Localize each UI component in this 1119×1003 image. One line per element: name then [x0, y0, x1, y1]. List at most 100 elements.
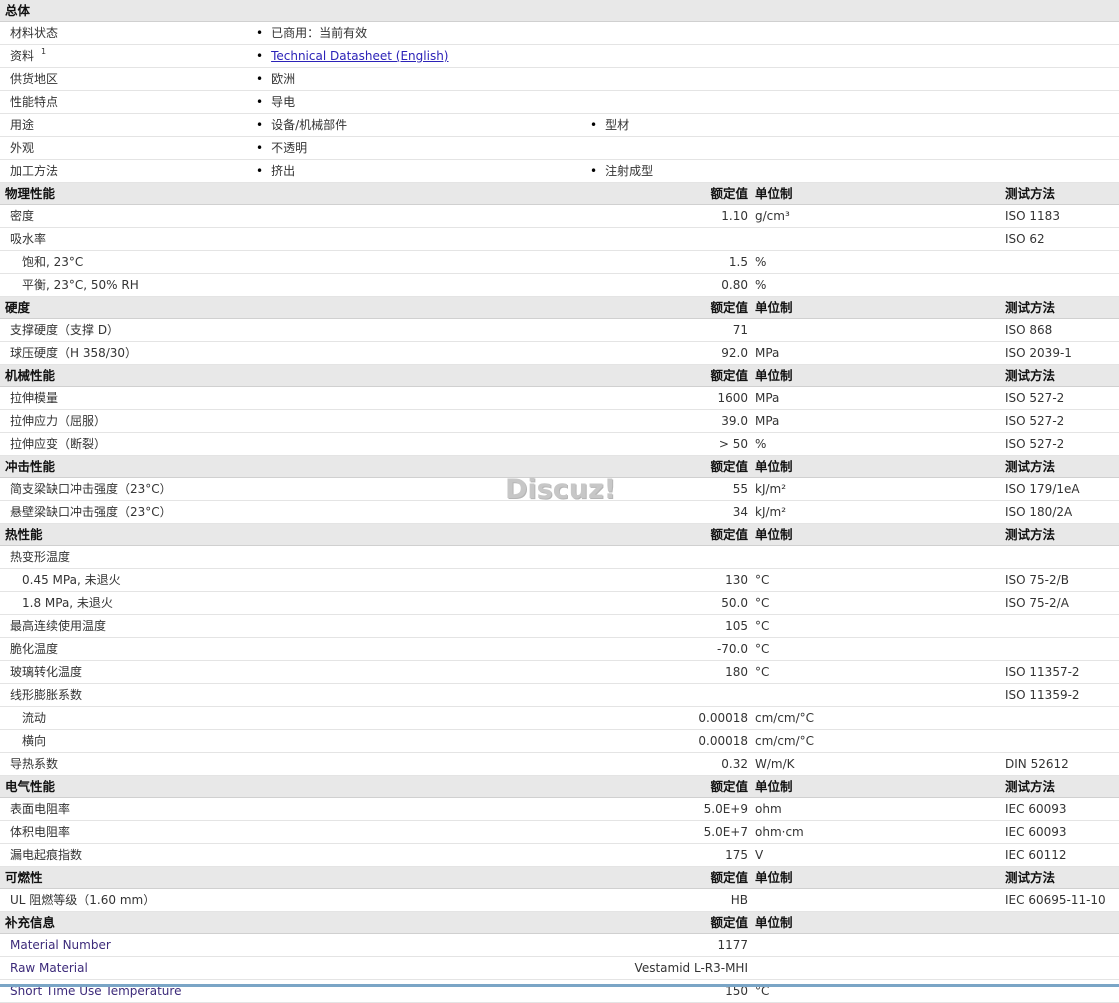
property-row: Raw Material Vestamid L-R3-MHI — [0, 957, 1119, 980]
property-row: 拉伸应变（断裂） > 50% ISO 527-2 — [0, 433, 1119, 456]
column-header-test: 测试方法 — [1005, 779, 1056, 794]
property-test-method: ISO 75-2/B — [1005, 573, 1069, 587]
property-test-method: IEC 60093 — [1005, 825, 1067, 839]
bullet-item: 注射成型 — [590, 160, 653, 182]
property-label: 体积电阻率 — [10, 825, 71, 839]
property-value: 5.0E+9 — [703, 802, 748, 816]
general-row-label: 用途 — [10, 118, 35, 132]
property-test-method: ISO 179/1eA — [1005, 482, 1080, 496]
property-unit: °C — [755, 596, 770, 610]
property-row: 最高连续使用温度 105 °C — [0, 615, 1119, 638]
property-test-method: ISO 11357-2 — [1005, 665, 1080, 679]
section-title: 硬度 — [5, 300, 31, 315]
property-value: 180 — [725, 665, 748, 679]
column-header-test: 测试方法 — [1005, 527, 1056, 542]
property-row: 拉伸应力（屈服） 39.0 MPa ISO 527-2 — [0, 410, 1119, 433]
property-unit: °C — [755, 573, 770, 587]
property-value: 0.80 — [721, 278, 748, 292]
property-test-method: ISO 527-2 — [1005, 414, 1065, 428]
column-header-value: 额定值 — [710, 368, 748, 383]
property-row: 拉伸模量 1600 MPa ISO 527-2 — [0, 387, 1119, 410]
property-label: 线形膨胀系数 — [10, 688, 83, 702]
property-value: 130 — [725, 573, 748, 587]
property-label: 脆化温度 — [10, 642, 59, 656]
general-row-label: 外观 — [10, 141, 35, 155]
column-header-unit: 单位制 — [755, 870, 793, 885]
section-header: 机械性能 额定值 单位制 测试方法 — [0, 365, 1119, 387]
general-row-label: 资料 — [10, 49, 35, 63]
column-header-unit: 单位制 — [755, 527, 793, 542]
general-row: 加工方法 挤出 注射成型 — [0, 160, 1119, 183]
property-label: Material Number — [10, 938, 111, 952]
bullet-item: 导电 — [256, 91, 295, 113]
property-unit: g/cm³ — [755, 209, 790, 223]
property-test-method: ISO 527-2 — [1005, 437, 1065, 451]
column-header-unit: 单位制 — [755, 300, 793, 315]
property-label: 拉伸模量 — [10, 391, 59, 405]
property-value: 175 — [725, 848, 748, 862]
general-row-label: 材料状态 — [10, 26, 59, 40]
general-row: 用途 设备/机械部件 型材 — [0, 114, 1119, 137]
property-value: 50.0 — [721, 596, 748, 610]
property-row: 流动 0.00018 cm/cm/°C — [0, 707, 1119, 730]
property-unit: W/m/K — [755, 757, 795, 771]
column-header-value: 额定值 — [710, 915, 748, 930]
property-row: 0.45 MPa, 未退火 130 °C ISO 75-2/B — [0, 569, 1119, 592]
bullet-item: 设备/机械部件 — [256, 114, 347, 136]
property-value: 1177 — [717, 938, 748, 952]
property-label: 拉伸应变（断裂） — [10, 437, 107, 451]
property-row: 支撑硬度（支撑 D） 71 ISO 868 — [0, 319, 1119, 342]
section-header: 热性能 额定值 单位制 测试方法 — [0, 524, 1119, 546]
property-label: 简支梁缺口冲击强度（23°C） — [10, 482, 172, 496]
property-row: 导热系数 0.32 W/m/K DIN 52612 — [0, 753, 1119, 776]
property-test-method: IEC 60093 — [1005, 802, 1067, 816]
property-row: Material Number 1177 — [0, 934, 1119, 957]
column-header-test: 测试方法 — [1005, 300, 1056, 315]
technical-datasheet-link[interactable]: Technical Datasheet (English) — [271, 49, 448, 63]
property-value: 55 — [732, 482, 748, 496]
property-test-method: ISO 11359-2 — [1005, 688, 1080, 702]
property-label: 饱和, 23°C — [22, 255, 84, 269]
property-label: 球压硬度（H 358/30） — [10, 346, 138, 360]
property-label: 密度 — [10, 209, 35, 223]
general-row: 材料状态 已商用：当前有效 — [0, 22, 1119, 45]
property-unit: °C — [755, 619, 770, 633]
property-unit: MPa — [755, 346, 780, 360]
property-unit: cm/cm/°C — [755, 711, 815, 725]
property-row: 横向 0.00018 cm/cm/°C — [0, 730, 1119, 753]
section-header: 电气性能 额定值 单位制 测试方法 — [0, 776, 1119, 798]
general-row: 供货地区 欧洲 — [0, 68, 1119, 91]
section-title: 机械性能 — [5, 368, 56, 383]
property-test-method: ISO 75-2/A — [1005, 596, 1069, 610]
property-test-method: ISO 868 — [1005, 323, 1053, 337]
property-row: 1.8 MPa, 未退火 50.0 °C ISO 75-2/A — [0, 592, 1119, 615]
property-test-method: IEC 60112 — [1005, 848, 1067, 862]
property-label: 横向 — [22, 734, 47, 748]
property-unit: cm/cm/°C — [755, 734, 815, 748]
property-value: Vestamid L-R3-MHI — [634, 961, 748, 975]
column-header-unit: 单位制 — [755, 186, 793, 201]
property-unit: °C — [755, 642, 770, 656]
property-label: UL 阻燃等级（1.60 mm） — [10, 893, 156, 907]
property-sections: 物理性能 额定值 单位制 测试方法 密度 1.10 g/cm³ ISO 1183 吸水率 ISO … — [0, 183, 1119, 1003]
property-label: Raw Material — [10, 961, 88, 975]
general-row-label: 加工方法 — [10, 164, 59, 178]
general-row-label: 性能特点 — [10, 95, 59, 109]
property-value: 5.0E+7 — [703, 825, 748, 839]
property-unit: MPa — [755, 414, 780, 428]
column-header-value: 额定值 — [710, 186, 748, 201]
property-unit: % — [755, 278, 767, 292]
footnote-marker: 1 — [41, 47, 47, 56]
property-value: 105 — [725, 619, 748, 633]
discuz-watermark: Discuz! — [505, 474, 616, 505]
property-row: 表面电阻率 5.0E+9 ohm IEC 60093 — [0, 798, 1119, 821]
section-header: 物理性能 额定值 单位制 测试方法 — [0, 183, 1119, 205]
property-label: 平衡, 23°C, 50% RH — [22, 278, 139, 292]
property-row: 平衡, 23°C, 50% RH 0.80% — [0, 274, 1119, 297]
property-unit: kJ/m² — [755, 505, 787, 519]
property-test-method: ISO 62 — [1005, 232, 1045, 246]
property-test-method: IEC 60695-11-10 — [1005, 893, 1106, 907]
property-label: 最高连续使用温度 — [10, 619, 107, 633]
property-value: 1600 — [717, 391, 748, 405]
general-row: 资料 1 Technical Datasheet (English) — [0, 45, 1119, 68]
